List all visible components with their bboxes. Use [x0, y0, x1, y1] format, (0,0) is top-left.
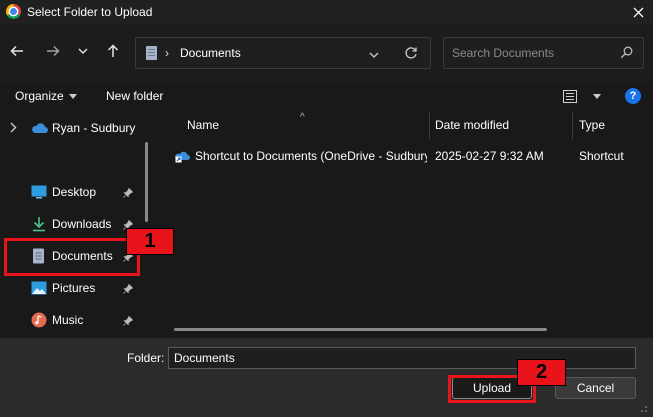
command-bar: Organize New folder ? — [0, 82, 653, 112]
sort-ascending-icon: ^ — [300, 112, 305, 123]
search-input[interactable] — [452, 45, 612, 61]
sidebar-item-label: Documents — [52, 249, 113, 263]
pin-icon[interactable] — [123, 315, 134, 329]
sidebar-item-onedrive[interactable]: Ryan - Sudbury — [0, 113, 145, 143]
search-box[interactable] — [443, 37, 644, 69]
navigation-bar: › Documents — [0, 24, 653, 82]
close-icon — [633, 7, 643, 17]
file-date-modified: 2025-02-27 9:32 AM — [435, 149, 544, 163]
sidebar-item-documents[interactable]: Documents — [0, 241, 145, 271]
back-button[interactable] — [6, 40, 28, 62]
pin-icon[interactable] — [123, 187, 134, 201]
arrow-up-icon — [107, 44, 119, 57]
column-divider[interactable] — [572, 112, 573, 140]
desktop-icon — [31, 184, 47, 200]
address-bar[interactable]: › Documents — [135, 37, 431, 69]
chrome-icon — [6, 4, 21, 19]
onedrive-shortcut-icon — [175, 148, 190, 163]
sidebar-item-desktop[interactable]: Desktop — [0, 177, 145, 207]
folder-label: Folder: — [127, 351, 165, 365]
sidebar-item-label: Desktop — [52, 185, 97, 199]
download-arrow-icon — [31, 216, 47, 232]
new-folder-button[interactable]: New folder — [106, 89, 163, 103]
sidebar-item-music[interactable]: Music — [0, 305, 145, 335]
horizontal-scrollbar[interactable] — [174, 328, 547, 331]
documents-icon — [146, 46, 157, 60]
arrow-left-icon — [10, 45, 23, 57]
chevron-right-icon[interactable]: › — [165, 46, 169, 60]
help-icon[interactable]: ? — [625, 88, 641, 104]
column-header-name[interactable]: Name — [187, 118, 219, 132]
window-title: Select Folder to Upload — [27, 5, 153, 19]
onedrive-cloud-icon — [31, 120, 48, 136]
up-button[interactable] — [102, 40, 124, 62]
refresh-icon — [405, 47, 417, 59]
forward-button[interactable] — [42, 40, 64, 62]
search-icon[interactable] — [620, 46, 633, 62]
organize-button[interactable]: Organize — [15, 89, 77, 103]
sidebar-item-label: Pictures — [52, 281, 96, 295]
column-divider[interactable] — [429, 112, 430, 140]
cancel-button[interactable]: Cancel — [555, 377, 636, 399]
close-button[interactable] — [623, 0, 653, 24]
expand-chevron-icon[interactable] — [10, 122, 17, 136]
sidebar-item-label: Music — [52, 313, 84, 327]
music-icon — [31, 312, 47, 328]
documents-icon — [31, 248, 47, 264]
sidebar-item-label: Downloads — [52, 217, 112, 231]
chevron-down-icon — [369, 52, 379, 58]
file-type: Shortcut — [579, 149, 624, 163]
organize-label: Organize — [15, 89, 64, 103]
address-history-button[interactable] — [369, 47, 379, 61]
pictures-icon — [31, 280, 47, 296]
caret-down-icon — [593, 94, 601, 99]
recent-locations-button[interactable] — [72, 40, 94, 62]
column-header-date-modified[interactable]: Date modified — [435, 118, 509, 132]
change-view-button[interactable] — [562, 88, 601, 106]
caret-down-icon — [68, 94, 77, 100]
step-badge-2: 2 — [517, 359, 566, 386]
step-badge-1: 1 — [126, 228, 174, 255]
sidebar-item-label: Ryan - Sudbury — [52, 121, 136, 135]
file-list: ^ Name Date modified Type Shortcut to Do… — [163, 112, 653, 338]
address-path[interactable]: Documents — [180, 46, 241, 60]
sidebar-item-downloads[interactable]: Downloads — [0, 209, 145, 239]
chevron-down-icon — [78, 48, 88, 54]
file-name: Shortcut to Documents (OneDrive - Sudbur… — [195, 149, 427, 163]
table-row[interactable]: Shortcut to Documents (OneDrive - Sudbur… — [171, 145, 653, 167]
title-bar: Select Folder to Upload — [0, 0, 653, 24]
refresh-button[interactable] — [404, 46, 418, 63]
sidebar-scrollbar[interactable] — [145, 142, 148, 222]
sidebar-item-pictures[interactable]: Pictures — [0, 273, 145, 303]
details-view-icon — [563, 90, 577, 103]
navigation-pane: Ryan - Sudbury Desktop Downloads Documen… — [0, 112, 155, 338]
arrow-right-icon — [47, 45, 60, 57]
resize-grip-icon[interactable] — [635, 400, 649, 414]
pin-icon[interactable] — [123, 283, 134, 297]
column-header-type[interactable]: Type — [579, 118, 605, 132]
